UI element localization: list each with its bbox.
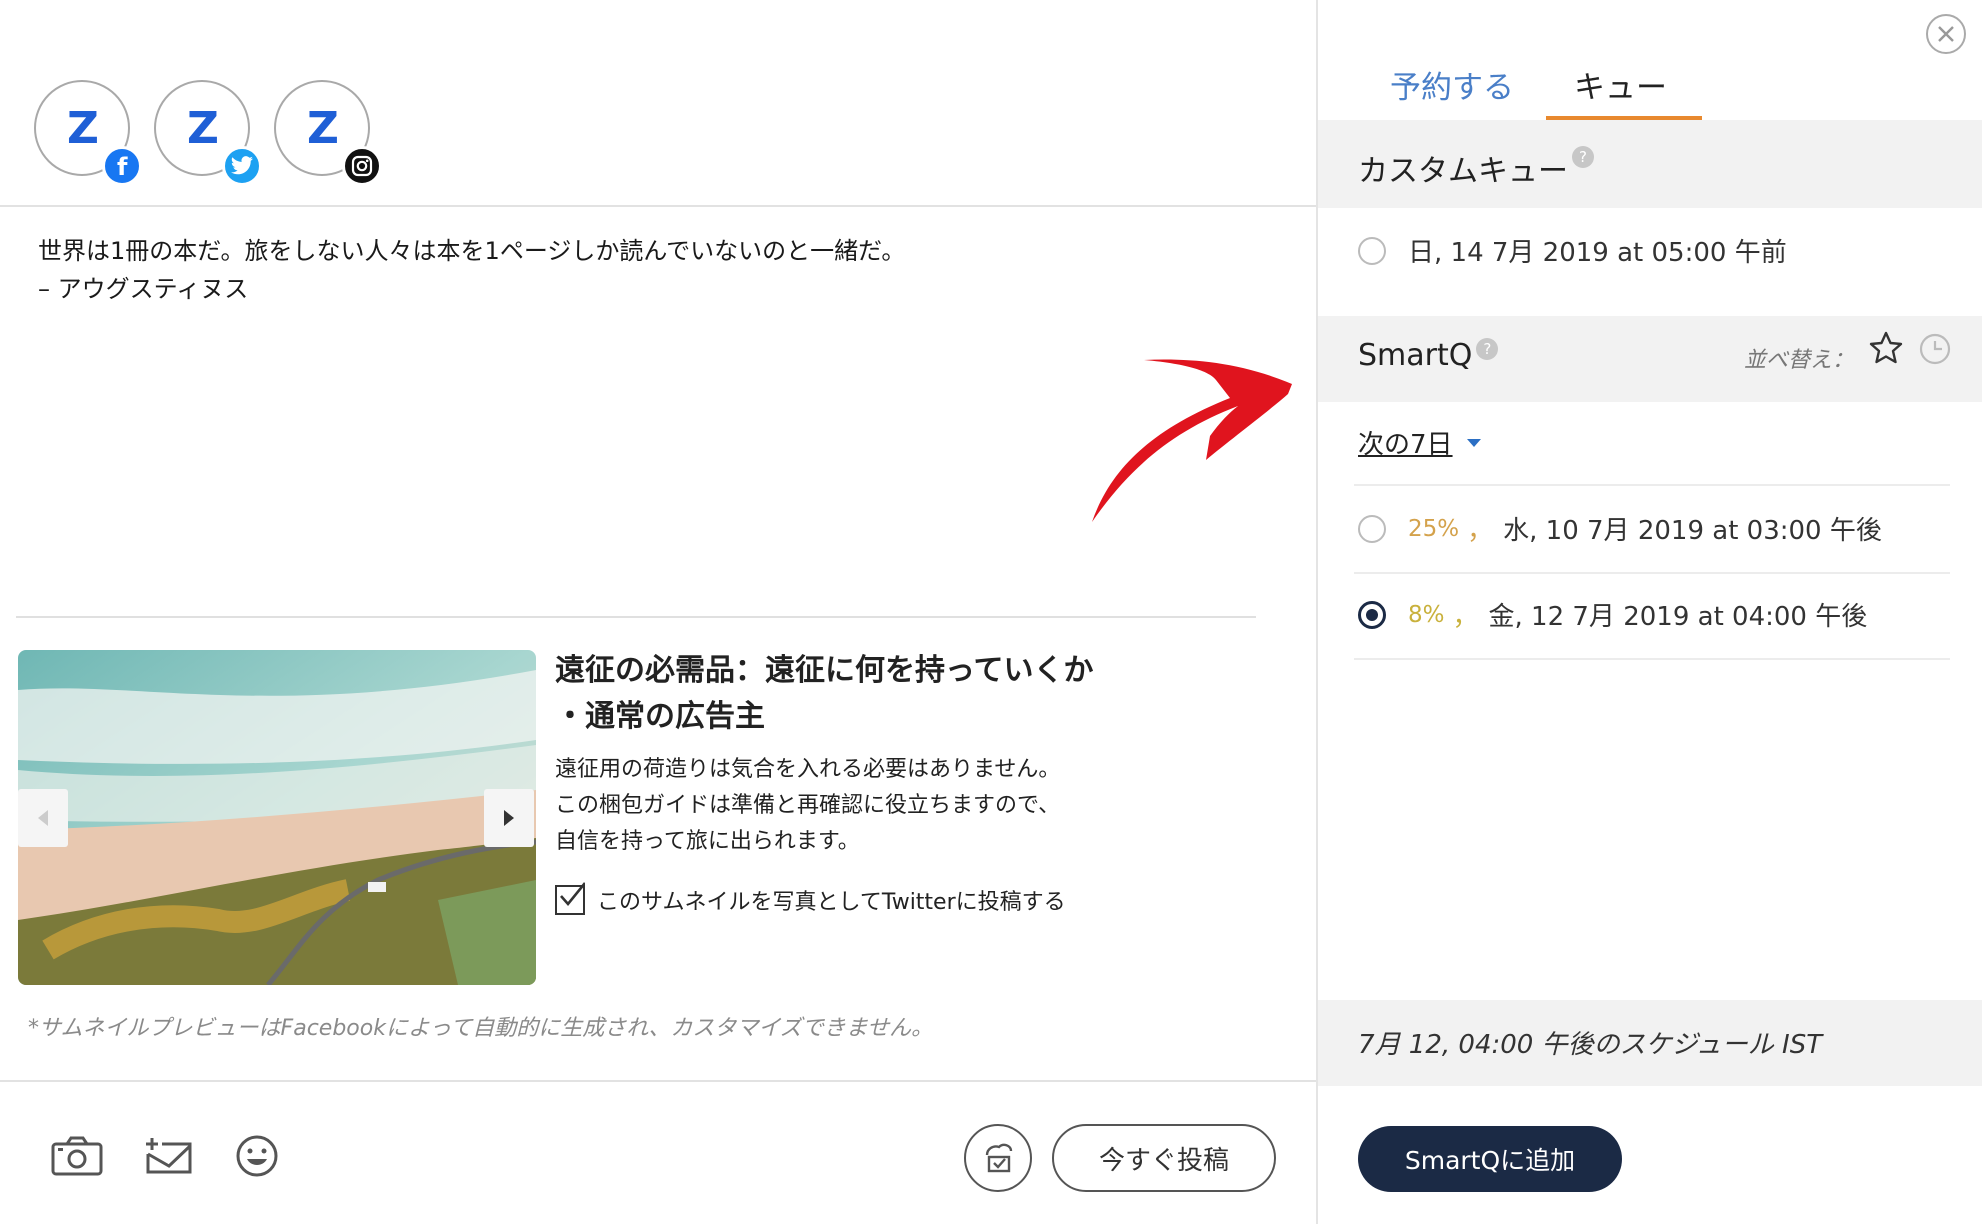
- close-button[interactable]: [1926, 14, 1966, 54]
- custom-queue-header: カスタムキュー?: [1318, 120, 1982, 208]
- post-thumbnail-as-photo-option[interactable]: このサムネイルを写真としてTwitterに投稿する: [555, 882, 1066, 916]
- slot-label: 日, 14 7月 2019 at 05:00 午前: [1408, 238, 1787, 268]
- camera-icon: [51, 1136, 103, 1176]
- tab-schedule[interactable]: 予約する: [1390, 62, 1514, 107]
- radio-button[interactable]: [1358, 236, 1386, 265]
- add-mail-icon: [146, 1138, 192, 1174]
- profile-twitter[interactable]: Z: [154, 80, 262, 186]
- title-line: 遠征の必需品：遠征に何を持っていくか: [555, 653, 1094, 688]
- tab-queue[interactable]: キュー: [1574, 62, 1667, 107]
- twitter-icon: [222, 146, 262, 186]
- schedule-summary-text: 7月 12, 04:00 午後のスケジュール IST: [1358, 1030, 1823, 1060]
- slot-label: 水, 10 7月 2019 at 03:00 午後: [1503, 516, 1882, 546]
- post-composer: Z f Z Z 世界は1冊の本だ。旅をしない人々は本を1ページしか読んでいないの…: [0, 0, 1316, 1224]
- add-photo-button[interactable]: [48, 1128, 106, 1184]
- star-icon: [1869, 331, 1903, 364]
- slot-label: 金, 12 7月 2019 at 04:00 午後: [1488, 602, 1868, 632]
- separator: ，: [1452, 602, 1479, 632]
- chevron-right-icon: [504, 810, 514, 826]
- divider: [1354, 658, 1950, 660]
- link-thumbnail: [18, 650, 536, 985]
- facebook-icon: f: [102, 146, 142, 186]
- desc-line: 遠征用の荷造りは気合を入れる必要はありません。: [555, 757, 1061, 782]
- thumbnail-prev-button[interactable]: [18, 789, 68, 847]
- engagement-percent: 8%: [1408, 601, 1445, 628]
- sort-by-time-button[interactable]: [1918, 332, 1952, 366]
- date-range-label: 次の7日: [1358, 430, 1453, 460]
- radio-button-selected[interactable]: [1358, 600, 1386, 629]
- smartq-title: SmartQ?: [1358, 338, 1499, 373]
- section-title-text: SmartQ: [1358, 338, 1473, 373]
- divider: [1354, 572, 1950, 574]
- profile-instagram[interactable]: Z: [274, 80, 382, 186]
- post-text-line: – アウグスティヌス: [38, 275, 249, 303]
- help-icon[interactable]: ?: [1476, 338, 1499, 360]
- clock-icon: [1919, 333, 1951, 365]
- smiley-icon: [236, 1135, 278, 1177]
- chevron-down-icon: [1466, 438, 1481, 447]
- save-draft-button[interactable]: [964, 1124, 1032, 1192]
- post-now-button[interactable]: 今すぐ投稿: [1052, 1124, 1276, 1192]
- save-draft-icon: [985, 1143, 1013, 1173]
- separator: ，: [1467, 516, 1494, 546]
- checkmark-icon: [560, 882, 585, 907]
- thumbnail-next-button[interactable]: [484, 789, 534, 847]
- profile-facebook[interactable]: Z f: [34, 80, 142, 186]
- custom-queue-slot[interactable]: 日, 14 7月 2019 at 05:00 午前: [1358, 232, 1787, 269]
- divider: [0, 1080, 1316, 1082]
- schedule-panel: 予約する キュー カスタムキュー? 日, 14 7月 2019 at 05:00…: [1316, 0, 1982, 1224]
- custom-queue-title: カスタムキュー?: [1358, 146, 1594, 190]
- chevron-left-icon: [38, 810, 48, 826]
- link-preview-title: 遠征の必需品：遠征に何を持っていくか ・通常の広告主: [555, 648, 1115, 740]
- add-link-button[interactable]: [140, 1128, 198, 1184]
- add-to-smartq-button[interactable]: SmartQに追加: [1358, 1126, 1622, 1192]
- close-icon: [1938, 26, 1954, 42]
- link-preview-description: 遠征用の荷造りは気合を入れる必要はありません。 この梱包ガイドは準備と再確認に役…: [555, 752, 1115, 860]
- post-text-line: 世界は1冊の本だ。旅をしない人々は本を1ページしか読んでいないのと一緒だ。: [38, 237, 906, 265]
- thumbnail-footnote: *サムネイルプレビューはFacebookによって自動的に生成され、カスタマイズで…: [28, 1016, 934, 1041]
- section-title-text: カスタムキュー: [1358, 154, 1568, 189]
- divider: [0, 205, 1316, 207]
- sort-label: 並べ替え：: [1743, 348, 1854, 373]
- instagram-icon: [342, 146, 382, 186]
- desc-line: この梱包ガイドは準備と再確認に役立ちますので、: [555, 793, 1061, 818]
- add-emoji-button[interactable]: [228, 1128, 286, 1184]
- post-thumbnail-checkbox[interactable]: [555, 882, 585, 915]
- schedule-summary: 7月 12, 04:00 午後のスケジュール IST: [1318, 1000, 1982, 1086]
- title-line: ・通常の広告主: [555, 699, 765, 734]
- post-text-area[interactable]: 世界は1冊の本だ。旅をしない人々は本を1ページしか読んでいないのと一緒だ。 – …: [38, 232, 1238, 308]
- divider: [1354, 484, 1950, 486]
- divider: [16, 616, 1256, 618]
- date-range-dropdown[interactable]: 次の7日: [1358, 424, 1481, 461]
- svg-text:f: f: [117, 153, 128, 179]
- post-thumbnail-label: このサムネイルを写真としてTwitterに投稿する: [597, 890, 1066, 915]
- radio-button[interactable]: [1358, 514, 1386, 543]
- smartq-slot[interactable]: 25% ， 水, 10 7月 2019 at 03:00 午後: [1358, 510, 1882, 547]
- engagement-percent: 25%: [1408, 515, 1460, 542]
- profile-selector: Z f Z Z: [34, 80, 382, 190]
- desc-line: 自信を持って旅に出られます。: [555, 829, 860, 854]
- smartq-slot[interactable]: 8% ， 金, 12 7月 2019 at 04:00 午後: [1358, 596, 1867, 633]
- annotation-arrow-icon: [1092, 359, 1292, 522]
- help-icon[interactable]: ?: [1572, 146, 1594, 168]
- sort-by-score-button[interactable]: [1868, 330, 1904, 366]
